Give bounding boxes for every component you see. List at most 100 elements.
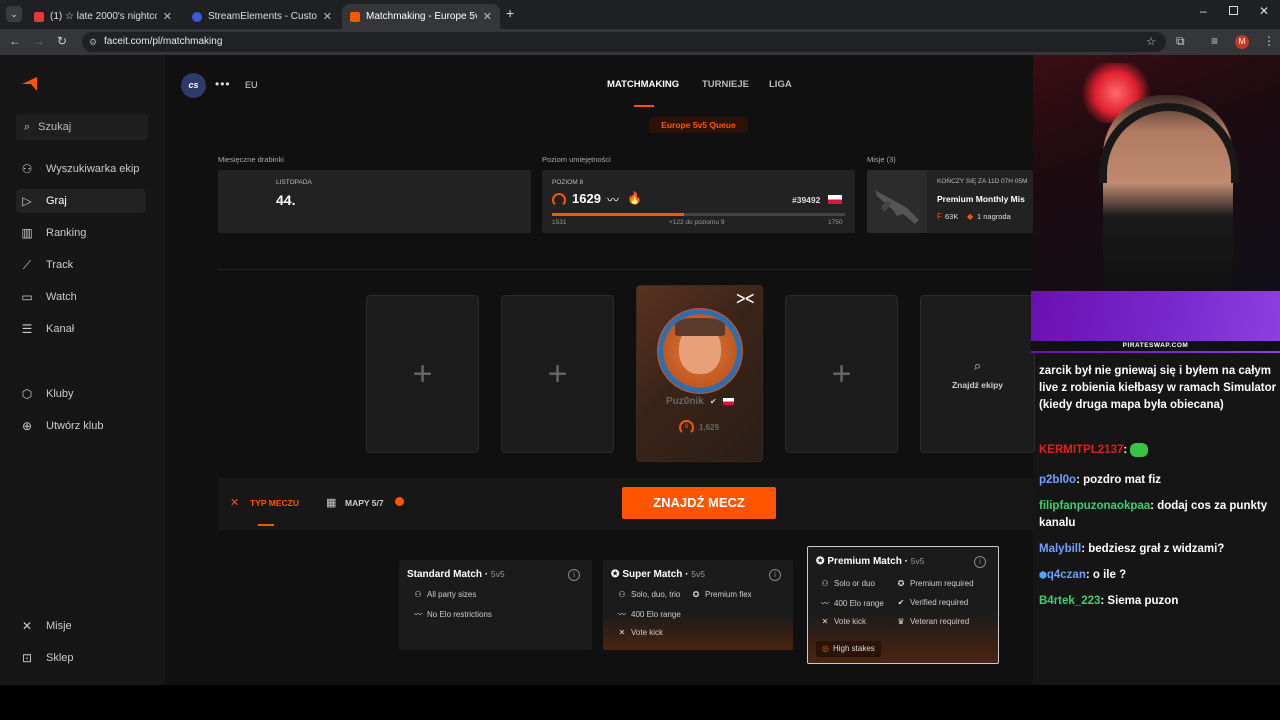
match-feature: ♛ Veteran required [897, 617, 970, 626]
sidebar-item-team-finder[interactable]: ⚇ Wyszukiwarka ekip [16, 157, 146, 181]
tab-match-type[interactable]: TYP MECZU [250, 498, 299, 508]
close-window-icon[interactable]: ✕ [1259, 4, 1269, 18]
match-type-icon: ✕ [230, 497, 240, 509]
rifle-image [867, 170, 927, 233]
queue-badge[interactable]: Europe 5v5 Queue [649, 117, 748, 133]
sidebar-item-watch[interactable]: ▭ Watch [16, 285, 146, 309]
ranking-icon: ▥ [21, 226, 33, 240]
bookmark-star-icon[interactable]: ☆ [1146, 32, 1156, 52]
forward-icon[interactable]: → [33, 34, 45, 48]
missions-icon: ✕ [21, 619, 33, 633]
more-icon[interactable]: ••• [215, 77, 231, 91]
find-match-button[interactable]: ZNAJDŹ MECZ [622, 487, 776, 519]
maximize-icon[interactable] [1229, 6, 1238, 15]
match-type-premium[interactable]: ✪ Premium Match · 5v5 i ⚇ Solo or duo 〰 400… [807, 546, 999, 664]
rank-value: #39492 [792, 195, 821, 205]
back-icon[interactable]: ← [9, 34, 21, 48]
chat-message: ⬢q4czan: o ile ? [1039, 569, 1127, 581]
info-icon[interactable]: i [568, 569, 580, 581]
streamelements-icon [192, 11, 202, 22]
skill-card[interactable]: POZIOM 8 1629 〰 🔥 #39492 1531 +122 do po… [542, 170, 855, 233]
faceit-logo[interactable] [22, 77, 38, 91]
sidebar-item-track[interactable]: ⟋ Track [16, 253, 146, 277]
sidebar-item-play[interactable]: ▷ Graj [16, 189, 146, 213]
faceit-icon [350, 11, 360, 22]
sidebar-item-shop[interactable]: ⊡ Sklep [16, 646, 146, 670]
game-selector[interactable]: cs [181, 73, 206, 98]
tab-matchmaking[interactable]: MATCHMAKING [607, 79, 679, 90]
tab-tournaments[interactable]: TURNIEJE [702, 79, 749, 90]
ladder-card[interactable]: LISTOPADA 44. [218, 170, 531, 233]
close-tab-icon[interactable]: ✕ [163, 10, 172, 23]
fnatic-logo-icon: ᐳᐸ [736, 292, 755, 306]
find-team-slot[interactable]: ⌕ Znajdź ekipy [920, 295, 1035, 453]
info-icon[interactable]: i [769, 569, 781, 581]
close-tab-icon[interactable]: ✕ [483, 10, 492, 23]
sidebar-item-label: Track [46, 259, 74, 271]
sidebar-item-label: Utwórz klub [46, 420, 104, 432]
info-icon[interactable]: i [974, 556, 986, 568]
sidebar-item-create-club[interactable]: ⊕ Utwórz klub [16, 414, 146, 438]
player-level-icon: 8 [679, 420, 694, 435]
fire-icon: 🔥 [627, 191, 642, 205]
search-placeholder: Szukaj [38, 121, 72, 133]
tab-league[interactable]: LIGA [769, 79, 792, 90]
sidebar-item-label: Kluby [46, 388, 74, 400]
party-slot-empty[interactable]: + [366, 295, 479, 453]
missions-card[interactable]: KOŃCZY SIĘ ZA 11D 07H 05M Premium Monthl… [867, 170, 1033, 233]
chat-message: zarcik był nie gniewaj się i byłem na ca… [1039, 365, 1277, 411]
party-slot-player[interactable]: ᐳᐸ Puz0nik ✔ 8 1,629 [636, 285, 763, 462]
party-icon: ⚇ [618, 590, 626, 599]
elo-progress-text: +122 do poziomu 9 [669, 219, 725, 226]
browser-tab-3[interactable]: Matchmaking - Europe 5v5 Qu ✕ [342, 4, 500, 29]
star-badge-icon: ✪ [816, 556, 825, 567]
divider [218, 269, 1033, 270]
active-tab-indicator [634, 105, 654, 107]
media-icon[interactable]: ≡ [1211, 34, 1218, 48]
region-label[interactable]: EU [245, 80, 258, 90]
url-field[interactable]: ⚙ faceit.com/pl/matchmaking ☆ [82, 32, 1166, 52]
match-feature: ✕ Vote kick [821, 617, 867, 626]
match-bar: ✕ TYP MECZU ▦ MAPY 5/7 ZNAJDŹ MECZ [218, 478, 1033, 530]
match-name: ✪ Super Match · 5v5 [611, 569, 706, 580]
site-info-icon[interactable]: ⚙ [89, 32, 97, 52]
match-feature: 〰 No Elo restrictions [414, 610, 492, 619]
premium-icon: ✪ [897, 579, 905, 588]
party-slot-empty[interactable]: + [501, 295, 614, 453]
new-tab-icon[interactable]: + [506, 5, 514, 21]
player-avatar[interactable] [657, 308, 743, 394]
browser-tab-2[interactable]: StreamElements - Custom comm ✕ [184, 4, 340, 29]
tab-maps[interactable]: MAPY 5/7 [345, 498, 384, 508]
chat-message: filipfanpuzonaokpaa: dodaj cos za punkty… [1039, 500, 1268, 529]
sidebar-item-clubs[interactable]: ⬡ Kluby [16, 382, 146, 406]
poland-flag-icon [723, 398, 734, 405]
reload-icon[interactable]: ↻ [57, 34, 67, 48]
minimize-icon[interactable]: – [1200, 4, 1207, 18]
browser-tab-1[interactable]: (1) ☆ late 2000's nightcore play ✕ [26, 4, 180, 29]
sidebar-item-channel[interactable]: ☰ Kanał [16, 317, 146, 341]
skill-level: POZIOM 8 [552, 179, 584, 186]
mission-reward: 1 nagroda [977, 212, 1011, 221]
match-type-standard[interactable]: Standard Match · 5v5 i ⚇ All party sizes … [399, 560, 592, 650]
profile-avatar[interactable]: M [1235, 35, 1249, 49]
star-badge-icon: ✪ [611, 569, 620, 580]
party-slot-empty[interactable]: + [785, 295, 898, 453]
match-type-super[interactable]: ✪ Super Match · 5v5 i ⚇ Solo, duo, trio 〰 4… [603, 560, 793, 650]
elo-max: 1750 [828, 219, 843, 226]
tab-list-icon[interactable]: ⌄ [6, 6, 22, 22]
chat-message: Malybill: bedziesz grał z widzami? [1039, 543, 1225, 555]
sidebar-item-ranking[interactable]: ▥ Ranking [16, 221, 146, 245]
chat-message: p2bl0o: pozdro mat fiz [1039, 474, 1162, 486]
veteran-icon: ♛ [897, 617, 905, 626]
browser-tab-bar: ⌄ (1) ☆ late 2000's nightcore play ✕ Str… [0, 0, 1280, 29]
chat-user: KERMITPL2137 [1039, 444, 1124, 456]
chat-message: B4rtek_223: Siema puzon [1039, 595, 1179, 607]
search-input[interactable]: ⌕ Szukaj [16, 114, 148, 140]
extensions-icon[interactable]: ⧉ [1176, 34, 1185, 49]
match-feature: ✕ Vote kick [618, 628, 664, 637]
sidebar-item-missions[interactable]: ✕ Misje [16, 614, 146, 638]
user-badge-icon: ⬢ [1039, 570, 1047, 580]
close-tab-icon[interactable]: ✕ [323, 10, 332, 23]
menu-icon[interactable]: ⋮ [1263, 34, 1275, 48]
sidebar-item-label: Kanał [46, 323, 75, 335]
